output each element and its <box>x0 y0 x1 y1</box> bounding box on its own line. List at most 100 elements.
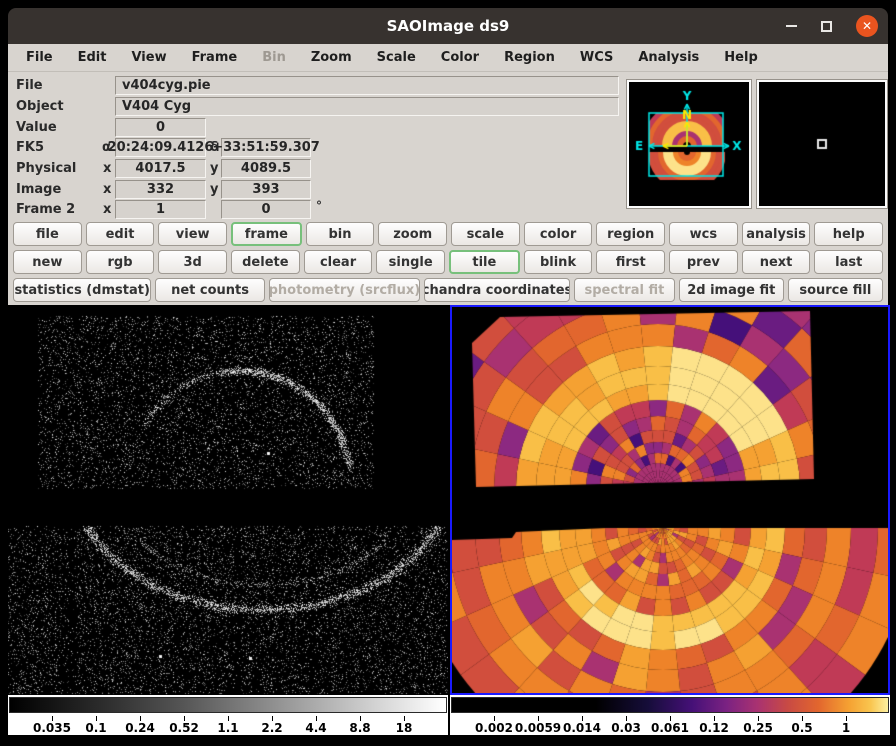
info-file-value[interactable]: v404cyg.pie <box>115 76 619 95</box>
info-label-object: Object <box>16 97 64 116</box>
button-delete[interactable]: delete <box>231 250 300 274</box>
grayscale-gradient[interactable] <box>9 697 447 713</box>
window-controls: ✕ <box>786 8 878 44</box>
menu-view[interactable]: View <box>131 50 166 65</box>
info-physical-x[interactable]: 4017.5 <box>115 159 206 178</box>
button-photometry-srcflux: photometry (srcflux) <box>269 278 420 302</box>
menu-region[interactable]: Region <box>504 50 555 65</box>
button-next[interactable]: next <box>742 250 811 274</box>
info-image-x[interactable]: 332 <box>115 180 206 199</box>
button-edit[interactable]: edit <box>86 222 155 246</box>
minimize-icon[interactable] <box>786 25 797 27</box>
magma-gradient[interactable] <box>451 697 889 713</box>
colorbar-magma: 0.0020.00590.0140.030.0610.120.250.51 <box>450 695 890 735</box>
info-image-y-letter: y <box>210 180 218 199</box>
colorbar-grayscale: 0.0350.10.240.521.12.24.48.818 <box>8 695 448 735</box>
button-chandra-coordinates[interactable]: chandra coordinates <box>424 278 570 302</box>
info-frame-x-letter: x <box>103 200 111 219</box>
toolbar-row-frame: newrgb3ddeleteclearsingletileblinkfirstp… <box>9 248 887 276</box>
toolbar-row-categories: fileeditviewframebinzoomscalecolorregion… <box>9 220 887 248</box>
menubar: FileEditViewFrameBinZoomScaleColorRegion… <box>8 44 888 72</box>
button-rgb[interactable]: rgb <box>86 250 155 274</box>
colorbar-tick-label: 0.014 <box>563 721 601 735</box>
button-wcs[interactable]: wcs <box>669 222 738 246</box>
colorbar-tick-label: 0.52 <box>169 721 199 735</box>
colorbar-tick-label: 0.0059 <box>515 721 561 735</box>
button-region[interactable]: region <box>596 222 665 246</box>
frame2-pie-image[interactable] <box>452 307 888 693</box>
info-frame-zoom[interactable]: 1 <box>115 200 206 219</box>
button-3d[interactable]: 3d <box>158 250 227 274</box>
colorbar-tick-label: 1 <box>842 721 850 735</box>
colorbar-tick-label: 0.035 <box>33 721 71 735</box>
colorbar-tick-label: 2.2 <box>261 721 282 735</box>
button-color[interactable]: color <box>524 222 593 246</box>
info-image-x-letter: x <box>103 180 111 199</box>
button-net-counts[interactable]: net counts <box>155 278 264 302</box>
info-image-y[interactable]: 393 <box>221 180 311 199</box>
button-single[interactable]: single <box>376 250 445 274</box>
menu-wcs[interactable]: WCS <box>580 50 613 65</box>
info-physical-y[interactable]: 4089.5 <box>221 159 311 178</box>
menu-zoom[interactable]: Zoom <box>311 50 352 65</box>
close-icon[interactable]: ✕ <box>856 15 878 37</box>
menu-file[interactable]: File <box>26 50 53 65</box>
info-label-file: File <box>16 76 43 95</box>
button-zoom[interactable]: zoom <box>378 222 447 246</box>
degree-unit: ° <box>316 199 322 213</box>
colorbar-tick-label: 0.002 <box>475 721 513 735</box>
menu-help[interactable]: Help <box>724 50 757 65</box>
button-2d-image-fit[interactable]: 2d image fit <box>679 278 784 302</box>
button-bin[interactable]: bin <box>306 222 375 246</box>
maximize-icon[interactable] <box>821 21 832 32</box>
magnifier-canvas[interactable] <box>759 82 885 206</box>
button-tile[interactable]: tile <box>449 250 520 274</box>
info-object-value[interactable]: V404 Cyg <box>115 97 619 116</box>
button-frame[interactable]: frame <box>231 222 302 246</box>
colorbar-tick-label: 0.25 <box>743 721 773 735</box>
menu-edit[interactable]: Edit <box>78 50 107 65</box>
panner-panel[interactable] <box>627 80 751 208</box>
colorbar-tick-label: 0.03 <box>611 721 641 735</box>
button-clear[interactable]: clear <box>304 250 373 274</box>
panner-canvas[interactable] <box>629 82 749 206</box>
info-physical-x-letter: x <box>103 159 111 178</box>
frame2-active-border <box>450 305 890 695</box>
titlebar[interactable]: SAOImage ds9 ✕ <box>8 8 888 44</box>
button-spectral-fit: spectral fit <box>574 278 675 302</box>
button-help[interactable]: help <box>814 222 883 246</box>
button-analysis[interactable]: analysis <box>742 222 811 246</box>
info-fk5-ra[interactable]: 20:24:09.4126 <box>115 138 206 157</box>
button-first[interactable]: first <box>596 250 665 274</box>
button-blink[interactable]: blink <box>524 250 593 274</box>
magnifier-panel[interactable] <box>757 80 887 208</box>
button-scale[interactable]: scale <box>451 222 520 246</box>
info-physical-y-letter: y <box>210 159 218 178</box>
frame1-grayscale-image[interactable] <box>8 305 448 695</box>
toolbar-row-analysis: statistics (dmstat)net countsphotometry … <box>9 276 887 304</box>
info-label-physical: Physical <box>16 159 76 178</box>
colorbar-tick-label: 8.8 <box>349 721 370 735</box>
button-view[interactable]: view <box>158 222 227 246</box>
button-source-fill[interactable]: source fill <box>788 278 883 302</box>
info-label-fk5: FK5 <box>16 138 44 157</box>
info-value-value[interactable]: 0 <box>115 118 206 137</box>
button-last[interactable]: last <box>814 250 883 274</box>
menu-frame[interactable]: Frame <box>192 50 238 65</box>
button-new[interactable]: new <box>13 250 82 274</box>
menu-color[interactable]: Color <box>441 50 479 65</box>
menu-scale[interactable]: Scale <box>377 50 416 65</box>
button-prev[interactable]: prev <box>669 250 738 274</box>
info-fk5-dec[interactable]: +33:51:59.307 <box>221 138 311 157</box>
info-panel: File v404cyg.pie Object V404 Cyg Value 0… <box>8 72 888 219</box>
image-area <box>8 305 888 695</box>
window-title: SAOImage ds9 <box>8 8 888 44</box>
info-frame-rotation[interactable]: 0 <box>221 200 311 219</box>
ds9-window: SAOImage ds9 ✕ FileEditViewFrameBinZoomS… <box>8 8 888 735</box>
button-statistics-dmstat[interactable]: statistics (dmstat) <box>13 278 151 302</box>
colorbar-tick-label: 0.061 <box>651 721 689 735</box>
menu-analysis[interactable]: Analysis <box>638 50 699 65</box>
colorbar-tick-label: 1.1 <box>217 721 238 735</box>
button-file[interactable]: file <box>13 222 82 246</box>
info-label-image: Image <box>16 180 61 199</box>
